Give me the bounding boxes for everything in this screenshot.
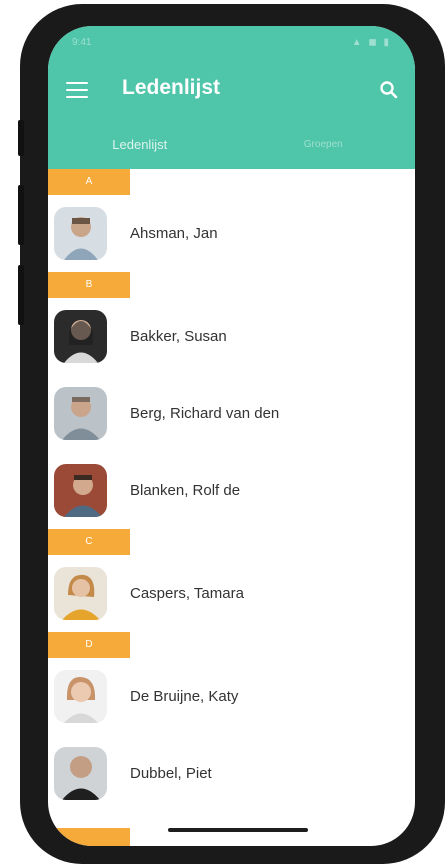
list-item[interactable]: Caspers, Tamara xyxy=(48,555,415,632)
member-name: Caspers, Tamara xyxy=(130,585,244,602)
member-name: Blanken, Rolf de xyxy=(130,482,241,499)
list-item[interactable]: Blanken, Rolf de xyxy=(48,452,415,529)
tab-ledenlijst[interactable]: Ledenlijst xyxy=(48,132,232,169)
list-item[interactable]: De Bruijne, Katy xyxy=(48,658,415,735)
member-name: Bakker, Susan xyxy=(130,328,227,345)
app-header: 9:41 ▲ ◼ ▮ Ledenlijst Ledenlijst Groepen xyxy=(48,26,415,169)
list-item[interactable]: Dubbel, Piet xyxy=(48,735,415,812)
tab-groepen[interactable]: Groepen xyxy=(232,132,416,169)
phone-side-button xyxy=(18,265,24,325)
member-name: Ahsman, Jan xyxy=(130,225,218,242)
tab-bar: Ledenlijst Groepen xyxy=(48,132,415,169)
member-list: A Ahsman, Jan B Bakker, Susan Berg, Rich… xyxy=(48,169,415,812)
avatar xyxy=(54,207,107,260)
member-name: De Bruijne, Katy xyxy=(130,688,239,705)
hamburger-menu-icon[interactable] xyxy=(66,82,88,98)
list-item[interactable]: Berg, Richard van den xyxy=(48,375,415,452)
section-header-d: D xyxy=(48,632,130,658)
list-item[interactable]: Bakker, Susan xyxy=(48,298,415,375)
section-header-b: B xyxy=(48,272,130,298)
member-name: Berg, Richard van den xyxy=(130,405,280,422)
search-icon[interactable] xyxy=(379,80,399,100)
section-header-partial xyxy=(48,828,130,846)
app-screen: 9:41 ▲ ◼ ▮ Ledenlijst Ledenlijst Groepen… xyxy=(48,26,415,846)
status-time: 9:41 xyxy=(72,37,92,48)
list-item[interactable]: Ahsman, Jan xyxy=(48,195,415,272)
avatar xyxy=(54,670,107,723)
avatar xyxy=(54,387,107,440)
section-header-c: C xyxy=(48,529,130,555)
avatar xyxy=(54,310,107,363)
status-icons: ▲ ◼ ▮ xyxy=(351,37,391,48)
phone-side-button xyxy=(18,185,24,245)
avatar xyxy=(54,464,107,517)
page-title: Ledenlijst xyxy=(122,76,221,99)
home-indicator[interactable] xyxy=(168,828,308,832)
avatar xyxy=(54,747,107,800)
avatar xyxy=(54,567,107,620)
member-name: Dubbel, Piet xyxy=(130,765,212,782)
section-header-a: A xyxy=(48,169,130,195)
phone-side-button xyxy=(18,120,24,156)
status-bar: 9:41 ▲ ◼ ▮ xyxy=(48,34,415,54)
